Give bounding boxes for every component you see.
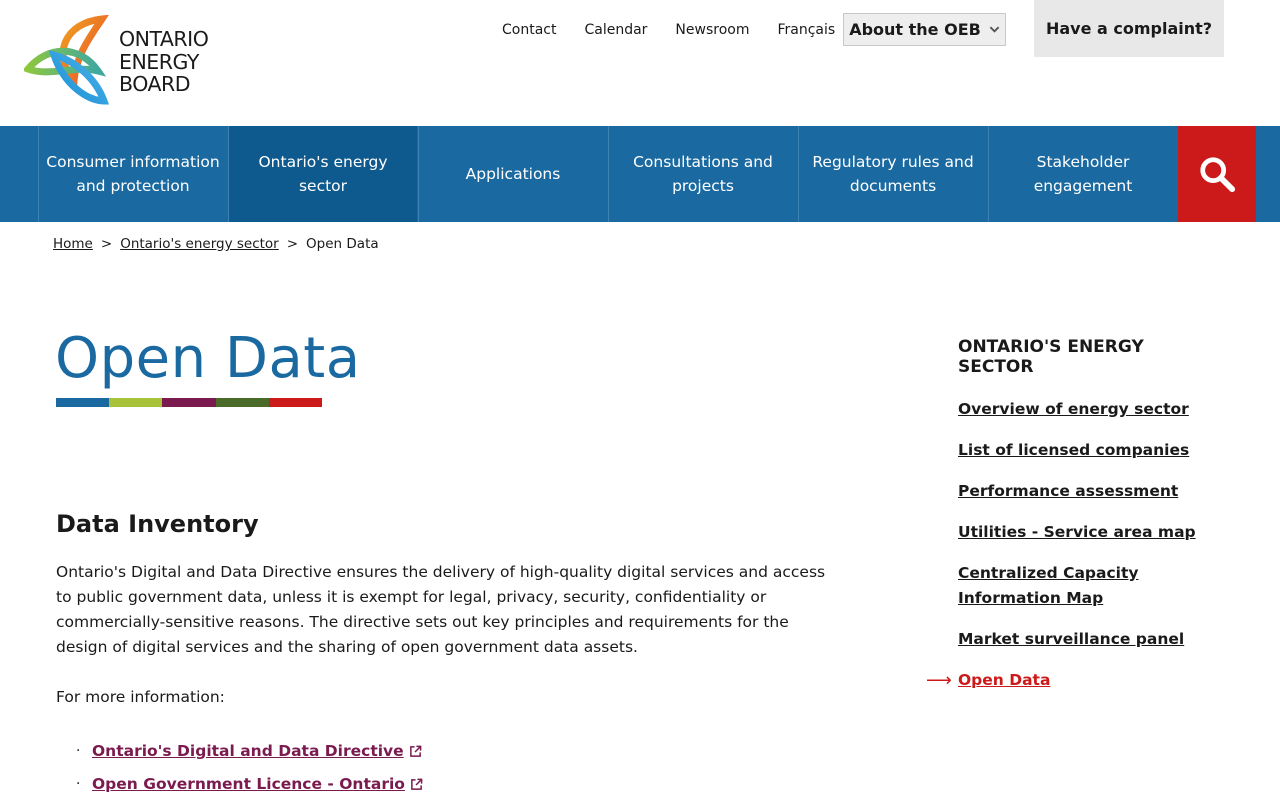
resource-links: · Ontario's Digital and Data Directive ·… [76, 735, 423, 800]
list-item: Performance assessment [958, 479, 1218, 504]
nav-stakeholder-engagement[interactable]: Stakeholder engagement [988, 126, 1177, 222]
color-bar-segment [268, 398, 323, 407]
directive-paragraph: Ontario's Digital and Data Directive ens… [56, 563, 826, 656]
list-item: Centralized Capacity Information Map [958, 561, 1218, 611]
nav-consumer-information[interactable]: Consumer information and protection [38, 126, 227, 222]
breadcrumb-energy-sector[interactable]: Ontario's energy sector [120, 236, 279, 252]
logo-line: ONTARIO [119, 27, 209, 51]
search-icon [1200, 157, 1236, 193]
breadcrumb-separator: > [100, 236, 113, 252]
side-nav-capacity-map[interactable]: Centralized Capacity Information Map [958, 564, 1139, 607]
nav-applications[interactable]: Applications [418, 126, 607, 222]
title-color-bar [56, 398, 323, 407]
bullet-icon: · [76, 743, 81, 759]
logo-line: BOARD [119, 72, 191, 96]
side-nav-licensed-companies[interactable]: List of licensed companies [958, 441, 1189, 459]
side-nav-open-data[interactable]: Open Data [958, 671, 1050, 689]
color-bar-segment [215, 398, 269, 407]
main-nav: Consumer information and protection Onta… [0, 126, 1280, 222]
breadcrumb-home[interactable]: Home [53, 236, 93, 252]
oeb-logo-icon [24, 15, 110, 105]
nav-item-label: Consumer information and protection [46, 153, 220, 195]
list-item: List of licensed companies [958, 438, 1218, 463]
about-oeb-button[interactable]: About the OEB [843, 13, 1006, 46]
nav-item-label: Ontario's energy sector [258, 153, 388, 195]
list-item: Overview of energy sector [958, 397, 1218, 422]
nav-item-label: Regulatory rules and documents [812, 153, 974, 195]
side-nav-heading: ONTARIO'S ENERGY SECTOR [958, 337, 1144, 377]
data-inventory-heading: Data Inventory [56, 510, 259, 538]
side-nav-service-area-map[interactable]: Utilities - Service area map [958, 523, 1196, 541]
logo-wordmark: ONTARIO ENERGY BOARD [119, 27, 209, 96]
side-nav-market-surveillance[interactable]: Market surveillance panel [958, 630, 1184, 648]
logo-line: ENERGY [119, 49, 199, 74]
color-bar-segment [109, 398, 163, 407]
calendar-link[interactable]: Calendar [584, 22, 647, 38]
list-item: ⟶ Open Data [926, 668, 1218, 693]
complaint-label: Have a complaint? [1045, 19, 1213, 38]
side-nav-list: Overview of energy sector List of licens… [926, 397, 1218, 693]
breadcrumb-separator: > [286, 236, 299, 252]
utility-nav: Contact Calendar Newsroom Français [488, 13, 849, 46]
list-item: Utilities - Service area map [958, 520, 1218, 545]
digital-data-directive-link[interactable]: Ontario's Digital and Data Directive [92, 735, 404, 768]
nav-consultations-and-projects[interactable]: Consultations and projects [608, 126, 797, 222]
more-info-label: For more information: [56, 688, 225, 706]
open-government-licence-link[interactable]: Open Government Licence - Ontario [92, 768, 405, 800]
color-bar-segment [162, 398, 216, 407]
list-item: · Open Government Licence - Ontario [76, 768, 423, 800]
about-oeb-label: About the OEB [849, 20, 981, 39]
newsroom-link[interactable]: Newsroom [675, 22, 749, 38]
nav-regulatory-rules[interactable]: Regulatory rules and documents [798, 126, 987, 222]
nav-ontarios-energy-sector[interactable]: Ontario's energy sector [228, 126, 417, 222]
breadcrumb: Home > Ontario's energy sector > Open Da… [53, 236, 379, 252]
arrow-right-icon: ⟶ [926, 670, 952, 691]
chevron-down-icon [989, 26, 1000, 33]
site-header: ONTARIO ENERGY BOARD Contact Calendar Ne… [0, 0, 1280, 126]
external-link-icon [409, 745, 422, 757]
list-item: · Ontario's Digital and Data Directive [76, 735, 423, 768]
section-side-nav: ONTARIO'S ENERGY SECTOR Overview of ener… [926, 337, 1218, 709]
external-link-icon [411, 778, 423, 790]
have-a-complaint-button[interactable]: Have a complaint? [1034, 0, 1224, 57]
oeb-logo[interactable]: ONTARIO ENERGY BOARD [24, 14, 224, 108]
side-nav-performance[interactable]: Performance assessment [958, 482, 1178, 500]
nav-item-label: Applications [465, 165, 561, 183]
page-title: Open Data [55, 326, 361, 391]
search-button[interactable] [1178, 126, 1256, 222]
bullet-icon: · [76, 776, 81, 792]
side-nav-overview[interactable]: Overview of energy sector [958, 400, 1189, 418]
list-item: Market surveillance panel [958, 627, 1218, 652]
color-bar-segment [56, 398, 110, 407]
nav-item-label: Consultations and projects [633, 153, 773, 195]
nav-item-label: Stakeholder engagement [1033, 153, 1133, 195]
contact-link[interactable]: Contact [502, 22, 556, 38]
breadcrumb-current: Open Data [306, 236, 379, 252]
francais-link[interactable]: Français [777, 22, 835, 38]
